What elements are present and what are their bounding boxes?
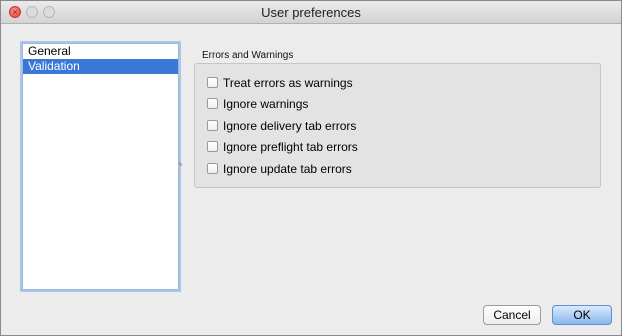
sidebar-item-general[interactable]: General — [23, 44, 178, 59]
option-ignore-preflight-tab-errors[interactable]: Ignore preflight tab errors — [207, 139, 358, 154]
option-ignore-update-tab-errors[interactable]: Ignore update tab errors — [207, 161, 352, 176]
option-ignore-warnings[interactable]: Ignore warnings — [207, 96, 308, 111]
ignore-delivery-tab-errors-checkbox[interactable] — [207, 120, 218, 131]
option-label: Ignore delivery tab errors — [223, 118, 357, 133]
ok-button[interactable]: OK — [552, 305, 612, 325]
option-label: Treat errors as warnings — [223, 75, 353, 90]
preferences-window: × User preferences General Validation Er… — [0, 0, 622, 336]
window-title: User preferences — [261, 5, 361, 20]
preferences-sidebar: General Validation — [22, 43, 179, 290]
treat-errors-as-warnings-checkbox[interactable] — [207, 77, 218, 88]
errors-group-title: Errors and Warnings — [202, 50, 294, 61]
splitter-handle[interactable] — [178, 159, 185, 167]
ignore-update-tab-errors-checkbox[interactable] — [207, 163, 218, 174]
cancel-button[interactable]: Cancel — [483, 305, 541, 325]
option-label: Ignore preflight tab errors — [223, 139, 358, 154]
option-treat-errors-as-warnings[interactable]: Treat errors as warnings — [207, 75, 353, 90]
sidebar-item-validation[interactable]: Validation — [23, 59, 178, 74]
ignore-warnings-checkbox[interactable] — [207, 98, 218, 109]
ignore-preflight-tab-errors-checkbox[interactable] — [207, 141, 218, 152]
option-ignore-delivery-tab-errors[interactable]: Ignore delivery tab errors — [207, 118, 356, 133]
option-label: Ignore update tab errors — [223, 161, 352, 176]
option-label: Ignore warnings — [223, 96, 309, 111]
title-bar[interactable]: × User preferences — [1, 1, 621, 24]
errors-and-warnings-group: Treat errors as warnings Ignore warnings… — [194, 63, 601, 188]
